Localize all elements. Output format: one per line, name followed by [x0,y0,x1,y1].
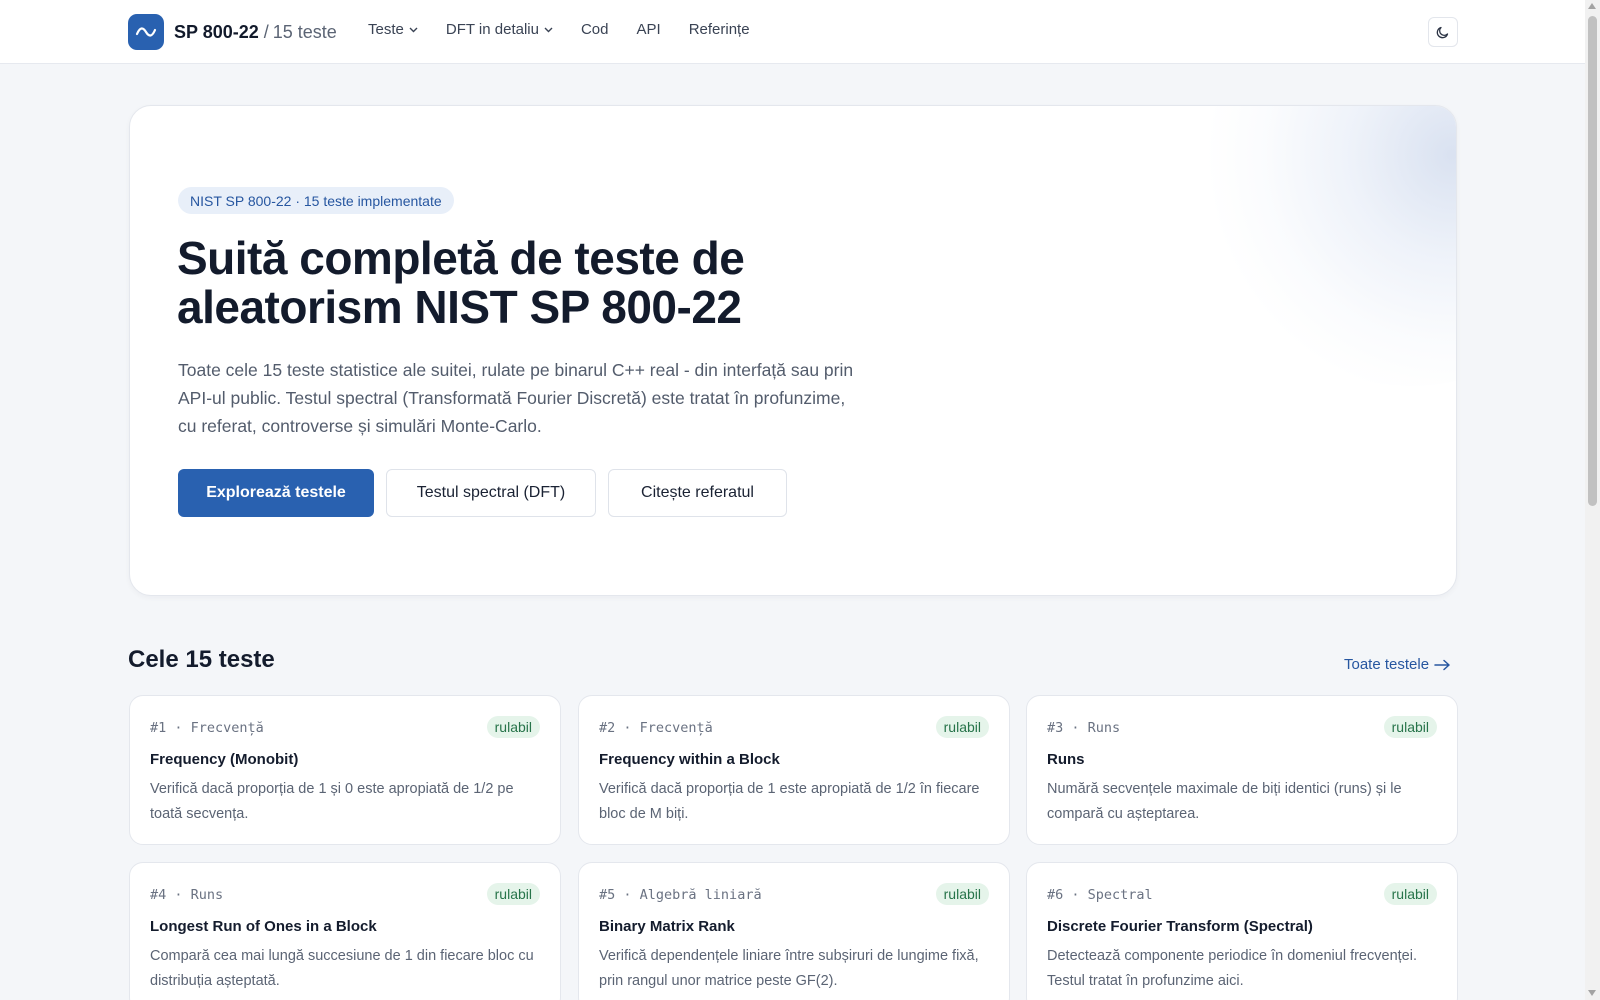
page-scrollbar[interactable] [1585,0,1600,1000]
hero-decorative-glow [1200,106,1456,386]
explore-tests-button[interactable]: Explorează testele [178,469,374,517]
test-title: Binary Matrix Rank [599,918,735,935]
runnable-badge: rulabil [935,716,989,738]
test-category: Frecvență [190,720,264,736]
hero-card: NIST SP 800-22 · 15 teste implementate S… [129,105,1457,596]
test-card[interactable]: #4 · Runs rulabil Longest Run of Ones in… [129,862,561,1000]
test-number: #1 [150,720,167,736]
brand-subtitle: 15 teste [272,21,337,42]
runnable-badge: rulabil [935,883,989,905]
test-category: Algebră liniară [639,887,762,903]
nav-item-api[interactable]: API [637,21,661,38]
runnable-badge: rulabil [1383,883,1437,905]
spectral-test-button[interactable]: Testul spectral (DFT) [386,469,596,517]
nav-item-label: API [636,21,661,38]
all-tests-link-label: Toate testele [1344,656,1430,673]
test-card[interactable]: #1 · Frecvență rulabil Frequency (Monobi… [129,695,561,845]
test-description: Verifică dacă proporția de 1 și 0 este a… [150,781,514,822]
scrollbar-thumb[interactable] [1588,16,1597,506]
hero-actions: Explorează testele Testul spectral (DFT)… [178,469,799,517]
hero-description: Toate cele 15 teste statistice ale suite… [178,360,854,436]
brand-name: SP 800-22 [174,21,259,42]
nav-item-referinte[interactable]: Referințe [689,21,750,38]
test-title: Runs [1047,751,1085,768]
test-number: #6 [1047,887,1064,903]
top-navbar: SP 800-22 / 15 teste Teste DFT in detali… [0,0,1585,64]
test-card-meta: #5 · Algebră liniară [599,887,762,903]
test-title: Discrete Fourier Transform (Spectral) [1047,918,1313,935]
test-category: Spectral [1087,887,1153,903]
test-description: Verifică dependențele liniare între subș… [599,948,979,989]
test-card-meta: #4 · Runs [150,887,224,903]
chevron-down-icon [409,27,418,32]
nav-item-cod[interactable]: Cod [581,21,609,38]
test-card-meta: #2 · Frecvență [599,720,713,736]
test-card[interactable]: #3 · Runs rulabil Runs Numără secvențele… [1026,695,1458,845]
nav-item-label: Cod [580,21,609,38]
section-title: Cele 15 teste [128,646,275,673]
nav-item-label: Teste [368,21,404,38]
brand[interactable]: SP 800-22 / 15 teste [128,14,337,50]
test-category: Runs [1087,720,1121,736]
nav-item-teste[interactable]: Teste [368,21,418,38]
test-number: #5 [599,887,616,903]
test-title: Longest Run of Ones in a Block [150,918,377,935]
test-title: Frequency within a Block [599,751,780,768]
scroll-down-arrow-icon[interactable] [1588,990,1596,996]
main-nav: Teste DFT in detaliu Cod API Referințe [368,21,778,38]
test-card[interactable]: #6 · Spectral rulabil Discrete Fourier T… [1026,862,1458,1000]
runnable-badge: rulabil [486,716,540,738]
test-number: #3 [1047,720,1064,736]
hero-title: Suită completă de teste de aleatorism NI… [177,232,745,333]
nav-item-label: DFT in detaliu [445,21,539,38]
runnable-badge: rulabil [1383,716,1437,738]
brand-separator: / [263,21,269,42]
test-card[interactable]: #2 · Frecvență rulabil Frequency within … [578,695,1010,845]
logo-wave-icon [128,14,164,50]
read-paper-button[interactable]: Citește referatul [608,469,787,517]
test-card-meta: #6 · Spectral [1047,887,1153,903]
runnable-badge: rulabil [486,883,540,905]
test-number: #4 [150,887,167,903]
moon-icon [1436,26,1449,39]
theme-toggle-button[interactable] [1428,17,1458,47]
test-category: Runs [190,887,224,903]
test-card-meta: #3 · Runs [1047,720,1121,736]
test-description: Detectează componente periodice în domen… [1047,948,1417,989]
test-description: Compară cea mai lungă succesiune de 1 di… [150,948,534,989]
nav-item-dft[interactable]: DFT in detaliu [446,21,553,38]
test-description: Verifică dacă proporția de 1 este apropi… [599,781,980,822]
hero-pill-badge: NIST SP 800-22 · 15 teste implementate [178,187,454,214]
arrow-right-icon [1434,659,1450,670]
all-tests-link[interactable]: Toate testele [1344,656,1451,673]
test-description: Numără secvențele maximale de biți ident… [1047,781,1402,822]
test-category: Frecvență [639,720,713,736]
test-title: Frequency (Monobit) [150,751,299,768]
test-card-meta: #1 · Frecvență [150,720,264,736]
chevron-down-icon [544,27,553,32]
scroll-up-arrow-icon[interactable] [1588,3,1596,9]
test-card[interactable]: #5 · Algebră liniară rulabil Binary Matr… [578,862,1010,1000]
nav-item-label: Referințe [688,21,750,38]
test-number: #2 [599,720,616,736]
